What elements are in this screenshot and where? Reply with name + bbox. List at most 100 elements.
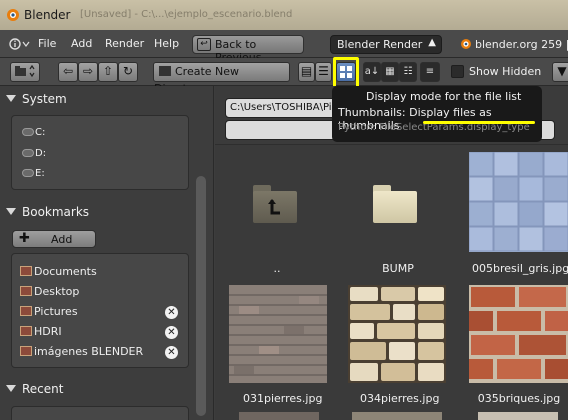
bookmark-label: Documents — [34, 265, 97, 278]
scene-stats: blender.org 259 | — [458, 37, 568, 51]
back-arrow-icon: ↩ — [197, 38, 211, 51]
bookmarks-heading: Bookmarks — [22, 205, 90, 219]
up-directory-button[interactable]: ⇧ — [98, 62, 118, 82]
drive-item[interactable]: C: — [22, 127, 45, 138]
image-thumbnail[interactable] — [469, 152, 568, 252]
remove-bookmark-x-icon[interactable]: ✕ — [165, 326, 178, 339]
image-thumbnail[interactable] — [229, 285, 327, 383]
directory-path-field[interactable]: C:\Users\TOSHIBA\Pi — [225, 98, 340, 118]
image-thumbnail-partial[interactable] — [478, 412, 558, 420]
annotation-underline — [423, 121, 535, 124]
file-name-label: 034pierres.jpg — [360, 392, 440, 405]
filter-icon: ▼ — [557, 64, 567, 78]
file-browser-icon — [15, 64, 35, 78]
image-thumbnail[interactable] — [348, 285, 446, 383]
back-to-previous-button[interactable]: ↩ Back to Previous — [192, 35, 304, 64]
bookmark-label: HDRI — [34, 325, 62, 338]
bookmark-label: imágenes BLENDER — [34, 345, 144, 358]
sort-time-button[interactable]: ☷ — [399, 62, 417, 82]
create-new-directory-button[interactable]: Create New Directory — [153, 62, 290, 95]
file-name-label: 031pierres.jpg — [243, 392, 323, 405]
menu-file[interactable]: File — [38, 37, 56, 50]
recent-panel-header[interactable]: Recent — [6, 382, 63, 396]
file-browser-toolbar: ⇦ ⇨ ⇧ ↻ Create New Directory ▤ ☰ a↓ ▦ ☷ … — [0, 58, 568, 95]
disclosure-triangle-icon — [6, 95, 16, 102]
image-thumbnail-partial[interactable] — [239, 412, 319, 420]
stats-text: blender.org 259 | — [475, 38, 568, 51]
folder-thumbnail[interactable] — [373, 185, 417, 225]
system-drives-list: C: D: E: — [11, 115, 189, 190]
system-panel-header[interactable]: System — [6, 92, 67, 106]
remove-bookmark-x-icon[interactable]: ✕ — [165, 346, 178, 359]
tooltip-title: Display mode for the file list — [366, 90, 522, 103]
disk-drive-icon — [22, 149, 34, 157]
bookmark-item[interactable]: Documents — [20, 265, 97, 278]
parent-directory-button[interactable]: ⇦ — [58, 62, 78, 82]
bookmark-label: Desktop — [34, 285, 80, 298]
display-detailed-list-button[interactable]: ☰ — [315, 62, 332, 82]
system-heading: System — [22, 92, 67, 106]
arrow-left-icon: ⇦ — [62, 64, 74, 78]
editor-type-menu[interactable] — [10, 62, 40, 82]
sort-time-icon: ☷ — [403, 66, 413, 77]
menu-render[interactable]: Render — [105, 37, 144, 50]
menu-add[interactable]: Add — [71, 37, 92, 50]
detailed-list-icon: ☰ — [318, 64, 329, 78]
drive-item[interactable]: E: — [22, 168, 45, 179]
folder-icon — [20, 306, 32, 316]
image-thumbnail[interactable] — [469, 285, 568, 383]
menu-help[interactable]: Help — [154, 37, 179, 50]
render-engine-select[interactable]: Blender Render ▲︎ — [330, 35, 442, 54]
file-name-label: .. — [273, 262, 281, 275]
sort-size-icon: ≡ — [425, 66, 435, 77]
sidebar-scrollbar[interactable] — [196, 176, 206, 416]
parent-directory-thumbnail[interactable] — [253, 185, 297, 225]
refresh-button[interactable]: ↻ — [118, 62, 138, 82]
folder-icon — [20, 266, 32, 276]
window-title: Blender — [24, 8, 71, 22]
info-editor-icon — [9, 38, 30, 50]
sort-extension-button[interactable]: ▦ — [381, 62, 399, 82]
filter-button[interactable]: ▼ — [552, 62, 568, 82]
window-titlebar: Blender [Unsaved] - C:\...\ejemplo_escen… — [0, 0, 568, 30]
scrollbar-thumb[interactable] — [196, 176, 206, 416]
return-arrow-icon — [268, 199, 280, 215]
drive-label: E: — [35, 168, 45, 179]
file-name-label: 005bresil_gris.jpg — [472, 262, 568, 275]
folder-icon — [20, 346, 32, 356]
display-mode-tooltip: Display mode for the file list Thumbnail… — [332, 86, 542, 142]
bookmark-item[interactable]: Pictures — [20, 305, 78, 318]
forward-button[interactable]: ⇨ — [78, 62, 98, 82]
add-bookmark-button[interactable]: ✚ Add — [12, 230, 96, 248]
drive-item[interactable]: D: — [22, 148, 46, 159]
display-short-list-button[interactable]: ▤ — [298, 62, 315, 82]
image-thumbnail-partial[interactable] — [352, 412, 442, 420]
show-hidden-label: Show Hidden — [469, 65, 542, 78]
remove-bookmark-x-icon[interactable]: ✕ — [165, 306, 178, 319]
disk-drive-icon — [22, 169, 34, 177]
blender-logo-icon — [461, 39, 471, 49]
new-folder-icon — [159, 66, 171, 76]
annotation-highlight-box — [333, 57, 359, 89]
disclosure-triangle-icon — [6, 208, 16, 215]
sidebar: System C: D: E: Bookmarks ✚ Add Document… — [0, 86, 214, 420]
bookmark-item[interactable]: Desktop — [20, 285, 79, 298]
editor-type-selector[interactable] — [8, 36, 30, 52]
recent-list — [11, 406, 189, 420]
sort-alphabetical-icon: a↓ — [364, 66, 380, 77]
disk-drive-icon — [22, 128, 34, 136]
sort-alpha-button[interactable]: a↓ — [363, 62, 381, 82]
render-engine-label: Blender Render — [337, 38, 423, 51]
disclosure-triangle-icon — [6, 385, 16, 392]
drive-label: C: — [35, 127, 46, 138]
bookmark-item[interactable]: HDRI — [20, 325, 62, 338]
add-bookmark-label: Add — [51, 233, 73, 246]
sort-size-button[interactable]: ≡ — [420, 62, 440, 82]
bookmark-label: Pictures — [34, 305, 78, 318]
folder-icon — [20, 286, 32, 296]
drive-label: D: — [35, 148, 47, 159]
bookmark-item[interactable]: imágenes BLENDER — [20, 345, 143, 358]
show-hidden-checkbox[interactable] — [451, 65, 464, 78]
updown-arrow-icon: ▲︎ — [428, 37, 436, 48]
bookmarks-panel-header[interactable]: Bookmarks — [6, 205, 89, 219]
